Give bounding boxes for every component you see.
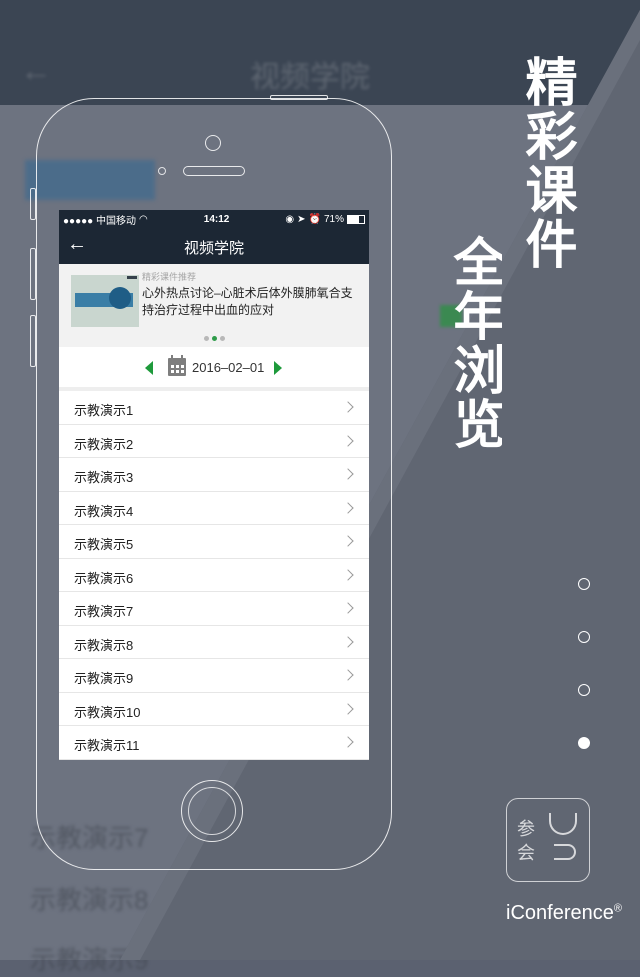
thumbnail-emblem (109, 287, 131, 309)
recommend-banner[interactable]: 精彩课件推荐 心外热点讨论–心脏术后体外膜肺氧合支持治疗过程中出血的应对 (59, 264, 369, 347)
promo-line-2-text: 全年浏览 (448, 235, 502, 451)
recommend-title[interactable]: 心外热点讨论–心脏术后体外膜肺氧合支持治疗过程中出血的应对 (142, 285, 362, 319)
triangle-left-icon[interactable] (145, 361, 153, 375)
page-indicator-dot[interactable] (578, 684, 590, 696)
chevron-right-icon (342, 602, 354, 614)
list-item[interactable]: 示教演示7 (59, 592, 369, 626)
triangle-right-icon[interactable] (274, 361, 282, 375)
list-item[interactable]: 示教演示2 (59, 425, 369, 458)
page-dot[interactable] (203, 336, 209, 341)
list-item[interactable]: 示教演示8 (59, 626, 369, 659)
list-item-label: 示教演示6 (74, 570, 134, 586)
page-title: 视频学院 (183, 240, 244, 257)
phone-screen: ●●●●● 中国移动 ◠ 14:12 ◉ ➤ ⏰ 71% ← 视频学院 精彩课件… (59, 210, 369, 760)
earpiece-icon (183, 166, 245, 176)
calendar-icon[interactable] (168, 355, 186, 376)
list-item[interactable]: 示教演示10 (59, 693, 369, 726)
chevron-right-icon (342, 401, 354, 413)
list-item[interactable]: 示教演示1 (59, 391, 369, 425)
home-button-ring (188, 787, 236, 835)
list-item-label: 示教演示10 (74, 704, 141, 720)
phone-volume-down-button (30, 315, 36, 367)
page-indicator-dot[interactable] (578, 631, 590, 643)
course-list: 示教演示1 示教演示2 示教演示3 示教演示4 示教演示5 示教演示6 示教演示… (59, 391, 369, 760)
list-item-label: 示教演示5 (74, 537, 134, 552)
list-item-label: 示教演示2 (74, 436, 134, 452)
battery-label: 71% (323, 213, 344, 225)
phone-power-button (270, 95, 328, 100)
wifi-icon: ◠ (138, 213, 148, 225)
promo-line-2: 全年浏览 (448, 235, 502, 453)
status-time: 14:12 (203, 213, 230, 225)
sensor-icon (158, 167, 166, 175)
recommend-thumbnail[interactable] (71, 275, 139, 327)
lock-rotation-icon: ◉ (285, 213, 295, 225)
registered-mark: ® (613, 902, 622, 915)
page-dot-active[interactable] (211, 336, 217, 341)
list-item-label: 示教演示4 (74, 503, 134, 519)
status-bar: ●●●●● 中国移动 ◠ 14:12 ◉ ➤ ⏰ 71% (59, 210, 369, 228)
logo-char: 参 (517, 819, 535, 839)
camera-icon (205, 135, 221, 151)
chevron-right-icon (342, 468, 354, 480)
recommend-tag: 精彩课件推荐 (142, 272, 197, 282)
logo-cup-mark (549, 813, 577, 835)
chevron-right-icon (342, 501, 354, 514)
chevron-right-icon (342, 535, 354, 547)
date-navigator: 2016–02–01 (59, 347, 369, 391)
alarm-icon: ⏰ (308, 213, 321, 225)
location-icon: ➤ (297, 213, 306, 225)
logo-char: 会 (517, 843, 535, 863)
promo-line-1: 精彩课件 (517, 55, 575, 271)
page-dot[interactable] (219, 336, 225, 341)
thumbnail-header-bar (127, 276, 137, 279)
list-item[interactable]: 示教演示6 (59, 559, 369, 592)
phone-mute-switch (30, 188, 36, 220)
carrier-label: ●●●●● 中国移动 (63, 215, 136, 227)
chevron-right-icon (342, 736, 354, 748)
logo-curl-mark (554, 844, 576, 860)
page-indicator-dot[interactable] (578, 578, 590, 590)
brand-text: iConference (506, 902, 614, 924)
list-item-label: 示教演示3 (74, 470, 134, 485)
app-logo: 参 会 (506, 798, 590, 882)
promo-line-1-text: 精彩课件 (517, 55, 575, 271)
chevron-right-icon (342, 635, 354, 648)
chevron-right-icon (342, 669, 354, 681)
navigation-bar: ← 视频学院 (59, 228, 369, 264)
list-item-label: 示教演示7 (74, 604, 134, 619)
list-item[interactable]: 示教演示5 (59, 525, 369, 559)
banner-page-dots (59, 336, 369, 341)
list-item-label: 示教演示11 (74, 738, 140, 753)
chevron-right-icon (342, 434, 354, 447)
list-item[interactable]: 示教演示11 (59, 726, 369, 760)
battery-icon (346, 214, 365, 224)
chevron-right-icon (342, 568, 354, 581)
brand-name: iConference® (506, 902, 622, 925)
list-item-label: 示教演示8 (74, 637, 134, 653)
list-item[interactable]: 示教演示4 (59, 492, 369, 525)
list-item[interactable]: 示教演示3 (59, 458, 369, 492)
page-indicator-dot-active[interactable] (578, 737, 590, 749)
list-item-label: 示教演示9 (74, 671, 134, 686)
list-item[interactable]: 示教演示9 (59, 659, 369, 693)
page-indicator (578, 578, 592, 790)
phone-volume-up-button (30, 248, 36, 300)
chevron-right-icon (342, 702, 354, 715)
date-label[interactable]: 2016–02–01 (192, 360, 264, 375)
list-item-label: 示教演示1 (74, 403, 134, 418)
